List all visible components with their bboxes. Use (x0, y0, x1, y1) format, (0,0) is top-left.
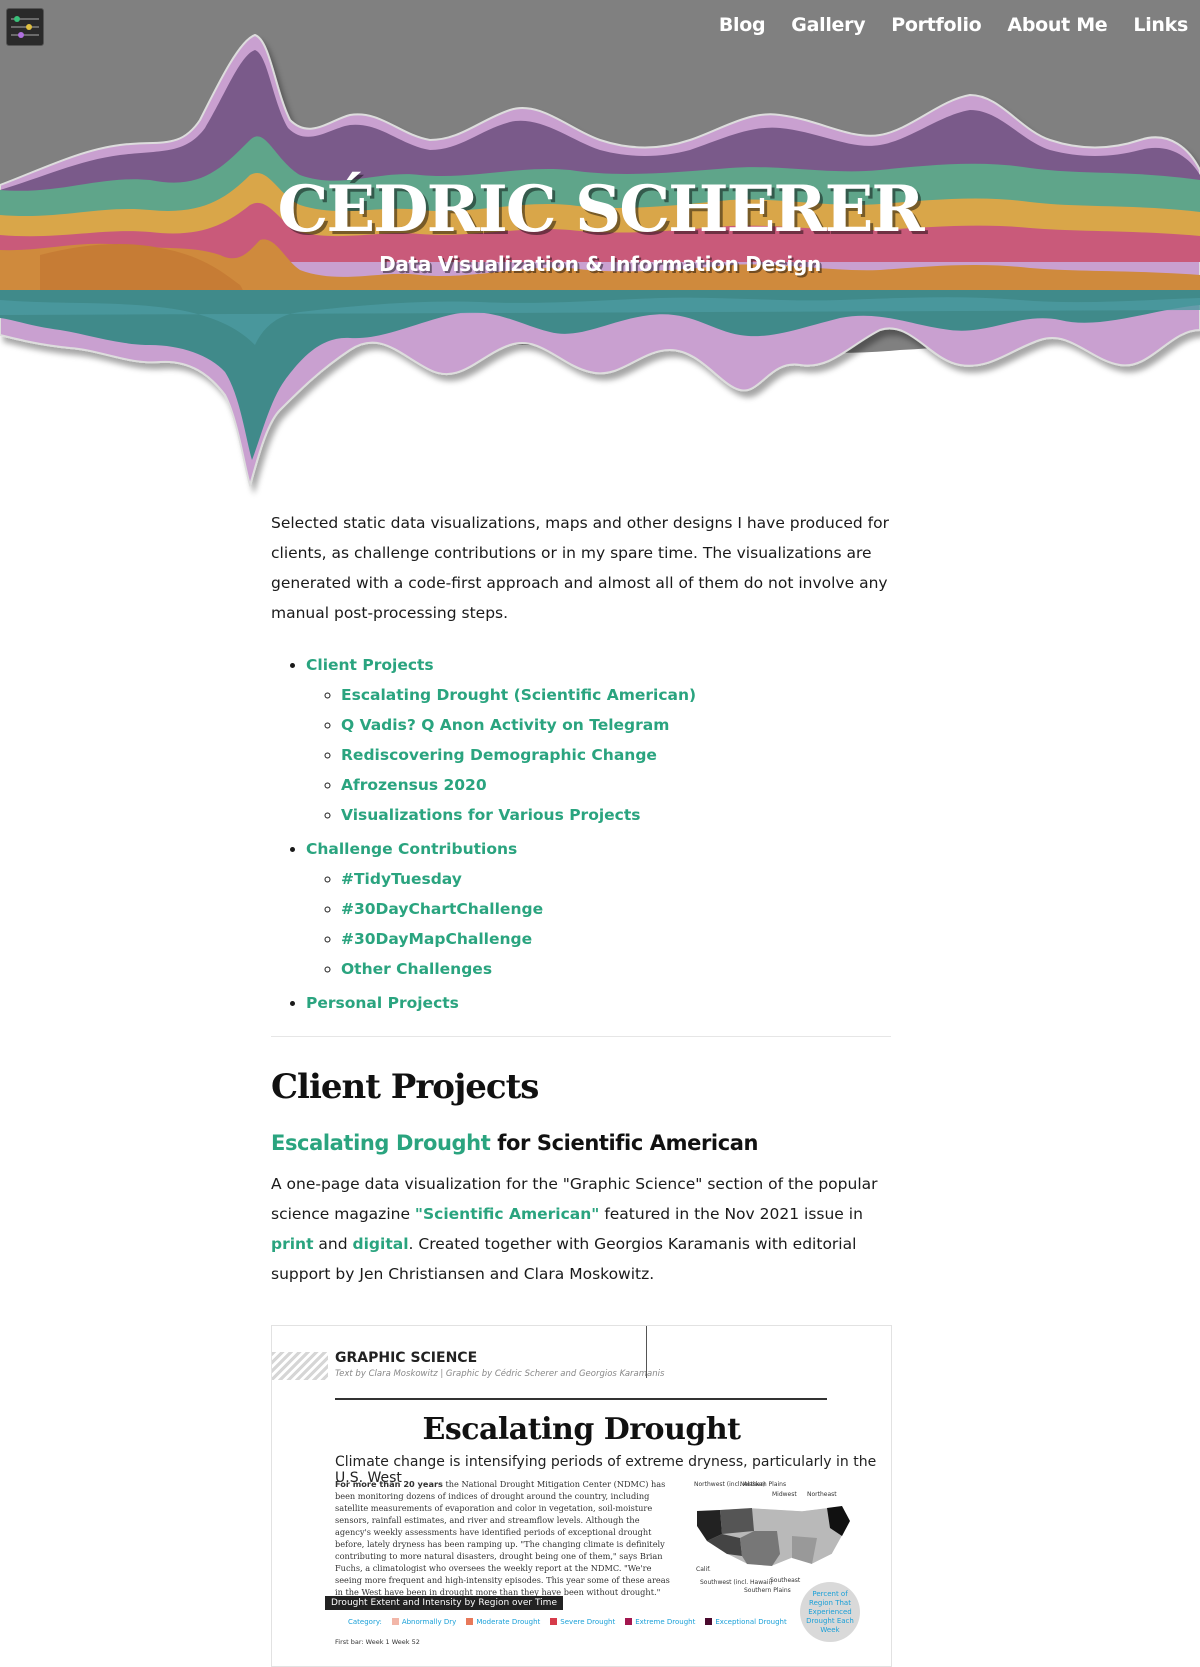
legend-item: Severe Drought (550, 1618, 615, 1626)
legend-label: Exceptional Drought (715, 1618, 787, 1626)
poster-first-bar-note: First bar: Week 1 Week 52 (335, 1638, 420, 1646)
toc-subitem: Afrozensus 2020 (341, 770, 891, 800)
toc-link-afrozensus[interactable]: Afrozensus 2020 (341, 776, 487, 794)
legend-label: Moderate Drought (476, 1618, 541, 1626)
toc-link-escalating-drought[interactable]: Escalating Drought (Scientific American) (341, 686, 696, 704)
site-title: CÉDRIC SCHERER (277, 172, 924, 247)
map-label: Southern Plains (744, 1587, 791, 1594)
nav-portfolio[interactable]: Portfolio (891, 14, 981, 36)
site-subtitle: Data Visualization & Information Design (379, 252, 821, 276)
toc-link-30daychartchallenge[interactable]: #30DayChartChallenge (341, 900, 543, 918)
map-label: Southeast (770, 1577, 801, 1584)
legend-item: Exceptional Drought (705, 1618, 787, 1626)
legend-swatch (625, 1618, 633, 1625)
legend-swatch (705, 1618, 713, 1625)
map-label: Calif. (696, 1566, 711, 1573)
toc-link-various-projects[interactable]: Visualizations for Various Projects (341, 806, 641, 824)
logo-icon (11, 16, 39, 38)
streamgraph-art (0, 0, 1200, 500)
toc-link-other-challenges[interactable]: Other Challenges (341, 960, 492, 978)
hero-banner: Blog Gallery Portfolio About Me Links CÉ… (0, 0, 1200, 500)
section-title: Client Projects (271, 1067, 539, 1107)
poster-section-head: GRAPHIC SCIENCE (335, 1350, 478, 1366)
desc-text-3: and (313, 1235, 353, 1253)
toc-link-30daymapchallenge[interactable]: #30DayMapChallenge (341, 930, 532, 948)
map-label: Southwest (incl. Hawaii) (700, 1579, 772, 1586)
legend-item: Moderate Drought (466, 1618, 540, 1626)
legend-title: Category: (348, 1618, 382, 1626)
map-label: Northeast (807, 1491, 837, 1498)
nav-links[interactable]: Links (1133, 14, 1188, 36)
toc-item-challenge-contributions: Challenge Contributions #TidyTuesday #30… (306, 834, 891, 984)
project-title-rest: for Scientific American (490, 1131, 759, 1155)
nav-about-me[interactable]: About Me (1007, 14, 1107, 36)
legend-label: Abnormally Dry (401, 1618, 457, 1626)
poster-stripe (272, 1352, 328, 1380)
poster-chart-title: Drought Extent and Intensity by Region o… (325, 1596, 563, 1610)
toc-subitem: Escalating Drought (Scientific American) (341, 680, 891, 710)
project-link-escalating-drought[interactable]: Escalating Drought (271, 1131, 491, 1155)
map-label: Northern Plains (740, 1481, 786, 1488)
map-label: Midwest (772, 1491, 797, 1498)
legend-swatch (550, 1618, 558, 1625)
toc-subitem: #TidyTuesday (341, 864, 891, 894)
legend-label: Extreme Drought (635, 1618, 696, 1626)
nav-blog[interactable]: Blog (719, 14, 766, 36)
legend-item: Abnormally Dry (391, 1618, 457, 1626)
legend-swatch (466, 1618, 474, 1625)
intro-paragraph: Selected static data visualizations, map… (271, 514, 889, 622)
toc-subitem: #30DayMapChallenge (341, 924, 891, 954)
legend-label: Severe Drought (560, 1618, 616, 1626)
toc-item-client-projects: Client Projects Escalating Drought (Scie… (306, 650, 891, 830)
desc-text-2: featured in the Nov 2021 issue in (599, 1205, 863, 1223)
link-print[interactable]: print (271, 1235, 314, 1253)
toc-subitem: #30DayChartChallenge (341, 894, 891, 924)
toc-link-personal-projects[interactable]: Personal Projects (306, 994, 459, 1012)
divider (271, 1036, 891, 1037)
poster-legend: Category: Abnormally Dry Moderate Drough… (348, 1618, 787, 1626)
poster-body-lead: For more than 20 years (335, 1479, 443, 1489)
project-description: A one-page data visualization for the "G… (271, 1169, 891, 1289)
legend-item: Extreme Drought (625, 1618, 695, 1626)
site-logo[interactable] (6, 8, 44, 46)
project-title: Escalating Drought for Scientific Americ… (271, 1131, 891, 1155)
poster-body: For more than 20 years the National Drou… (335, 1478, 675, 1598)
toc-subitem: Q Vadis? Q Anon Activity on Telegram (341, 710, 891, 740)
main-nav: Blog Gallery Portfolio About Me Links (719, 14, 1188, 36)
table-of-contents: Client Projects Escalating Drought (Scie… (271, 650, 891, 1018)
legend-swatch (391, 1618, 399, 1625)
toc-subitem: Visualizations for Various Projects (341, 800, 891, 830)
poster-annotation-circle: Percent of Region That Experienced Droug… (800, 1582, 860, 1642)
poster-title: Escalating Drought (422, 1412, 741, 1447)
poster-body-text: the National Drought Mitigation Center (… (335, 1479, 670, 1597)
toc-link-client-projects[interactable]: Client Projects (306, 656, 434, 674)
main-content: Selected static data visualizations, map… (271, 508, 891, 1289)
nav-gallery[interactable]: Gallery (791, 14, 865, 36)
link-scientific-american[interactable]: "Scientific American" (415, 1205, 599, 1223)
toc-link-demographic-change[interactable]: Rediscovering Demographic Change (341, 746, 657, 764)
project-image-escalating-drought[interactable]: GRAPHIC SCIENCE Text by Clara Moskowitz … (271, 1325, 892, 1667)
toc-subitem: Rediscovering Demographic Change (341, 740, 891, 770)
poster-divider (646, 1326, 647, 1378)
toc-subitem: Other Challenges (341, 954, 891, 984)
toc-link-challenge-contributions[interactable]: Challenge Contributions (306, 840, 517, 858)
link-digital[interactable]: digital (353, 1235, 409, 1253)
poster-byline: Text by Clara Moskowitz | Graphic by Céd… (335, 1369, 665, 1379)
toc-link-q-vadis[interactable]: Q Vadis? Q Anon Activity on Telegram (341, 716, 669, 734)
toc-item-personal-projects: Personal Projects (306, 988, 891, 1018)
toc-link-tidytuesday[interactable]: #TidyTuesday (341, 870, 462, 888)
poster-rule (335, 1398, 827, 1400)
